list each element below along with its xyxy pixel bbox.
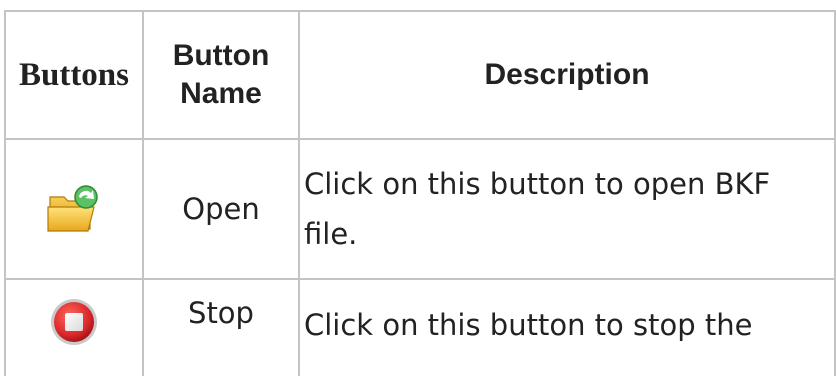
description-open: Click on this button to open BKF file. <box>304 167 771 251</box>
header-description-label: Description <box>484 58 650 91</box>
header-buttons: Buttons <box>4 10 144 140</box>
table-row-open-icon-cell <box>4 140 144 280</box>
buttons-table: Buttons Button Name Description Open Cli… <box>0 0 836 376</box>
table-row-stop-name-cell: Stop <box>144 280 300 376</box>
table-row-stop-icon-cell <box>4 280 144 376</box>
open-folder-icon[interactable] <box>46 183 102 235</box>
header-button-name-line1: Button <box>172 39 270 72</box>
table-row-open-description-cell: Click on this button to open BKF file. <box>300 140 836 280</box>
button-name-stop: Stop <box>188 296 254 330</box>
description-stop: Click on this button to stop the <box>304 308 753 342</box>
table-row-open-name-cell: Open <box>144 140 300 280</box>
button-name-open: Open <box>182 192 260 226</box>
header-button-name-line2: Name <box>180 77 262 110</box>
table-row-stop-description-cell: Click on this button to stop the <box>300 280 836 376</box>
header-description: Description <box>300 10 836 140</box>
stop-icon[interactable] <box>48 296 100 348</box>
header-buttons-label: Buttons <box>18 56 130 93</box>
header-button-name: Button Name <box>144 10 300 140</box>
